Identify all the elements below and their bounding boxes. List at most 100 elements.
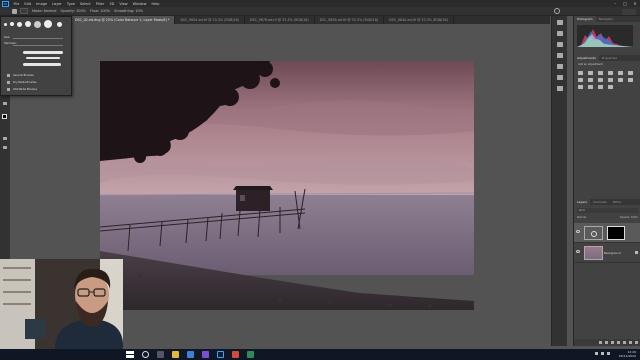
brush-group-label[interactable]: Dry Media Brushes bbox=[13, 81, 37, 84]
layer-opacity-field[interactable]: Opacity: 100% bbox=[620, 216, 638, 219]
tab-layers[interactable]: Layers bbox=[574, 199, 590, 205]
app-icon[interactable] bbox=[202, 351, 209, 358]
new-layer-icon[interactable] bbox=[629, 341, 632, 344]
app-icon[interactable] bbox=[247, 351, 254, 358]
swatches-icon[interactable] bbox=[556, 53, 563, 58]
tab-histogram[interactable]: Histogram bbox=[574, 16, 596, 22]
group-icon[interactable] bbox=[623, 341, 626, 344]
eye-icon[interactable] bbox=[576, 250, 580, 253]
size-slider[interactable] bbox=[13, 38, 63, 39]
layer-row-background[interactable]: Background bbox=[574, 243, 640, 263]
exposure-icon[interactable] bbox=[608, 71, 613, 75]
color-balance-icon[interactable] bbox=[578, 78, 583, 82]
menu-3d[interactable]: 3D bbox=[107, 2, 117, 6]
photoshop-taskbar-icon[interactable] bbox=[217, 351, 224, 358]
task-view-icon[interactable] bbox=[157, 351, 164, 358]
tab-channels[interactable]: Channels bbox=[590, 199, 610, 205]
brush-tool-icon[interactable] bbox=[12, 8, 17, 14]
brush-tip-icon[interactable] bbox=[25, 21, 31, 27]
brush-tip-icon[interactable] bbox=[10, 22, 14, 26]
tab-adjustments[interactable]: Adjustments bbox=[574, 55, 599, 61]
screen-mode-icon[interactable] bbox=[2, 144, 9, 150]
invert-icon[interactable] bbox=[628, 78, 633, 82]
history-icon[interactable] bbox=[556, 20, 563, 25]
layer-row-color-balance[interactable] bbox=[574, 223, 640, 243]
edit-mode-icon[interactable] bbox=[2, 135, 9, 141]
minimize-button[interactable]: – bbox=[610, 0, 620, 7]
hardness-slider[interactable] bbox=[13, 45, 63, 46]
settings-gear-icon[interactable] bbox=[57, 21, 62, 27]
menu-layer[interactable]: Layer bbox=[50, 2, 65, 6]
brush-tip-icon[interactable] bbox=[44, 20, 52, 28]
vibrance-icon[interactable] bbox=[618, 71, 623, 75]
brightness-icon[interactable] bbox=[578, 71, 583, 75]
hue-saturation-icon[interactable] bbox=[628, 71, 633, 75]
document-canvas[interactable] bbox=[100, 61, 474, 310]
smoothing-field[interactable]: Smoothing: 10% bbox=[114, 8, 143, 14]
edge-browser-icon[interactable] bbox=[187, 351, 194, 358]
tab-document-active[interactable]: DSC_02-ed.dng @ 25% (Color Balance 1, La… bbox=[70, 16, 176, 24]
tab-document[interactable]: DSC_9838-ed.tif @ 33.3% (RGB/16) bbox=[315, 16, 385, 24]
fx-icon[interactable] bbox=[605, 341, 608, 344]
brush-tip-icon[interactable] bbox=[17, 21, 22, 27]
tab-document[interactable]: DSC_9854-ed.tif @ 33.3% (RGB/16) bbox=[175, 16, 246, 24]
eye-icon[interactable] bbox=[576, 230, 580, 233]
black-white-icon[interactable] bbox=[588, 78, 593, 82]
menu-type[interactable]: Type bbox=[64, 2, 77, 6]
channel-mixer-icon[interactable] bbox=[608, 78, 613, 82]
language-icon[interactable] bbox=[607, 352, 610, 355]
flow-field[interactable]: Flow: 100% bbox=[90, 8, 110, 14]
posterize-icon[interactable] bbox=[578, 85, 583, 89]
threshold-icon[interactable] bbox=[588, 85, 593, 89]
brush-preset-picker[interactable] bbox=[20, 8, 28, 14]
tab-properties[interactable]: Properties bbox=[599, 55, 620, 61]
windows-start-icon[interactable] bbox=[126, 350, 134, 359]
brush-settings-icon[interactable] bbox=[556, 42, 563, 47]
menu-view[interactable]: View bbox=[117, 2, 130, 6]
paragraph-icon[interactable] bbox=[556, 75, 563, 80]
tab-navigator[interactable]: Navigator bbox=[596, 16, 617, 22]
network-icon[interactable] bbox=[595, 352, 598, 355]
menu-select[interactable]: Select bbox=[77, 2, 93, 6]
menu-edit[interactable]: Edit bbox=[22, 2, 34, 6]
layer-mask-thumbnail[interactable] bbox=[607, 226, 625, 240]
search-icon[interactable] bbox=[142, 351, 149, 358]
clock[interactable]: 12:26 03/11/2020 bbox=[619, 350, 636, 358]
layer-filter-dropdown[interactable]: Kind bbox=[577, 208, 638, 213]
properties-icon[interactable] bbox=[556, 31, 563, 36]
color-lookup-icon[interactable] bbox=[618, 78, 623, 82]
brush-group-label[interactable]: Wet Media Brushes bbox=[13, 88, 37, 91]
menu-image[interactable]: Image bbox=[34, 2, 50, 6]
menu-window[interactable]: Window bbox=[130, 2, 149, 6]
selective-color-icon[interactable] bbox=[608, 85, 613, 89]
blend-mode-dropdown[interactable]: Normal bbox=[577, 216, 586, 219]
foreground-color-swatch[interactable] bbox=[2, 114, 7, 119]
brush-group-label[interactable]: General Brushes bbox=[13, 74, 34, 77]
opacity-field[interactable]: Opacity: 100% bbox=[61, 8, 87, 14]
link-icon[interactable] bbox=[599, 341, 602, 344]
tab-document[interactable]: DSC_9879-ed.tif @ 33.3% (RGB/16) bbox=[245, 16, 315, 24]
app-icon[interactable] bbox=[232, 351, 239, 358]
volume-icon[interactable] bbox=[601, 352, 604, 355]
close-button[interactable]: ✕ bbox=[630, 0, 640, 7]
mode-dropdown[interactable]: Mode: Normal bbox=[32, 8, 57, 14]
zoom-tool-icon[interactable] bbox=[2, 100, 9, 106]
add-mask-icon[interactable] bbox=[611, 341, 614, 344]
menu-help[interactable]: Help bbox=[149, 2, 162, 6]
photo-filter-icon[interactable] bbox=[598, 78, 603, 82]
tab-paths[interactable]: Paths bbox=[610, 199, 624, 205]
gradient-map-icon[interactable] bbox=[598, 85, 603, 89]
brush-tip-icon[interactable] bbox=[34, 20, 41, 28]
workspace-switcher[interactable] bbox=[622, 8, 636, 15]
brush-tip-icon[interactable] bbox=[4, 22, 7, 26]
search-icon[interactable] bbox=[554, 8, 560, 14]
levels-icon[interactable] bbox=[588, 71, 593, 75]
curves-icon[interactable] bbox=[598, 71, 603, 75]
menu-filter[interactable]: Filter bbox=[93, 2, 107, 6]
character-icon[interactable] bbox=[556, 64, 563, 69]
info-icon[interactable] bbox=[556, 86, 563, 91]
trash-icon[interactable] bbox=[635, 341, 638, 344]
file-explorer-icon[interactable] bbox=[172, 351, 179, 358]
menu-file[interactable]: File bbox=[11, 2, 22, 6]
maximize-button[interactable]: □ bbox=[620, 0, 630, 7]
